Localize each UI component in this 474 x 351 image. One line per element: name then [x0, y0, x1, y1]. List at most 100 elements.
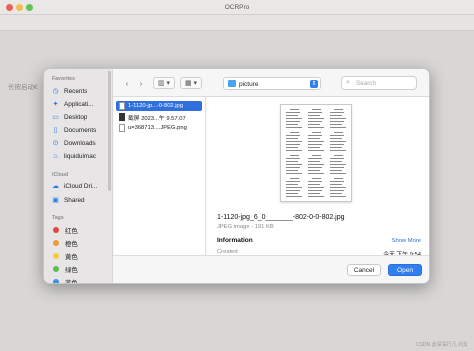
sidebar-item-icloud-drive[interactable]: ☁ iCloud Dri... [48, 180, 108, 192]
back-button[interactable]: ‹ [121, 78, 133, 89]
location-label: picture [239, 81, 259, 88]
thumbnail-text-line [334, 109, 343, 110]
thumbnail-text-line [308, 167, 322, 168]
sidebar-item-recents[interactable]: ◷ Recents [48, 85, 108, 97]
chevron-right-icon: › [139, 79, 143, 88]
thumbnail-text-block [285, 132, 305, 152]
thumbnail-text-block [329, 155, 349, 175]
thumbnail-text-block [307, 109, 327, 129]
file-row[interactable]: 截屏 2023...午 9.57.07 [116, 112, 202, 122]
applications-icon: ✦ [52, 101, 59, 108]
background-hint-text: 长按启动€ [8, 84, 38, 91]
sidebar-item-label: 橙色 [65, 240, 78, 248]
thumbnail-text-line [308, 147, 320, 148]
sidebar-section-tags: Tags [52, 215, 64, 221]
cancel-button[interactable]: Cancel [347, 264, 381, 276]
thumbnail-text-line [330, 112, 344, 113]
thumbnail-text-line [286, 115, 298, 116]
file-row[interactable]: 1-1120-jp...-0-802.jpg [116, 101, 202, 111]
sidebar-item-documents[interactable]: ▯ Documents [48, 124, 108, 136]
sidebar-item-downloads[interactable]: ⊙ Downloads [48, 137, 108, 149]
download-icon: ⊙ [52, 140, 59, 147]
location-popup[interactable]: picture ⇕ [223, 77, 321, 90]
desktop-icon: ▭ [52, 114, 59, 121]
file-name: u=368713....JPEG.png [128, 125, 187, 131]
thumbnail-text-line [286, 181, 300, 182]
thumbnail-text-line [286, 190, 300, 191]
thumbnail-text-block [285, 178, 305, 198]
file-name: 1-1120-jp...-0-802.jpg [128, 103, 183, 109]
sidebar-item-label: Downloads [64, 139, 96, 147]
thumbnail-text-line [286, 135, 300, 136]
group-mode-button[interactable]: ▦ ▾ [180, 77, 202, 89]
sidebar-tag-orange[interactable]: 橙色 [48, 237, 108, 249]
file-row[interactable]: u=368713....JPEG.png [116, 123, 202, 133]
thumbnail-text-line [330, 167, 344, 168]
thumbnail-text-line [330, 158, 344, 159]
thumbnail-text-line [286, 147, 298, 148]
thumbnail-text-line [286, 193, 298, 194]
thumbnail-text-line [286, 127, 302, 128]
thumbnail-text-line [330, 173, 346, 174]
show-more-link[interactable]: Show More [392, 238, 421, 244]
sidebar-item-shared[interactable]: ▣ Shared [48, 194, 108, 206]
sidebar-scrollbar[interactable] [108, 71, 111, 191]
thumbnail-text-line [330, 181, 344, 182]
thumbnail-text-line [334, 155, 343, 156]
shared-folder-icon: ▣ [52, 197, 59, 204]
thumbnail-text-line [330, 124, 342, 125]
window-titlebar: OCRPro [0, 0, 474, 15]
search-input[interactable] [356, 79, 414, 88]
thumbnail-text-line [286, 173, 302, 174]
sidebar-tag-red[interactable]: 红色 [48, 224, 108, 236]
dialog-bottom-bar: Cancel Open [113, 255, 429, 283]
sidebar-item-desktop[interactable]: ▭ Desktop [48, 111, 108, 123]
thumbnail-text-line [308, 170, 320, 171]
thumbnail-text-line [330, 141, 346, 142]
thumbnail-text-line [308, 112, 322, 113]
search-field[interactable]: ⌕ [341, 76, 417, 90]
view-mode-button[interactable]: ▥ ▾ [153, 77, 175, 89]
clock-icon: ◷ [52, 88, 59, 95]
thumbnail-text-line [308, 144, 322, 145]
thumbnail-text-line [308, 135, 322, 136]
sidebar-tag-yellow[interactable]: 黄色 [48, 250, 108, 262]
thumbnail-text-line [286, 138, 298, 139]
tag-color-dot [53, 253, 59, 259]
thumbnail-text-line [286, 187, 302, 188]
thumbnail-text-line [334, 132, 343, 133]
thumbnail-text-line [286, 161, 298, 162]
thumbnail-text-line [290, 132, 299, 133]
grid-icon: ▦ ▾ [184, 80, 198, 87]
sidebar-item-home[interactable]: ⌂ liquiduimac [48, 150, 108, 162]
sidebar-section-favorites: Favorites [52, 76, 76, 82]
file-list: 1-1120-jp...-0-802.jpg 截屏 2023...午 9.57.… [114, 97, 206, 255]
sidebar-item-label: liquiduimac [64, 152, 96, 160]
open-file-dialog: Favorites ◷ Recents ✦ Applicati... ▭ Des… [43, 68, 430, 284]
thumbnail-text-line [290, 178, 299, 179]
app-toolbar [0, 15, 474, 31]
watermark: CSDN @深深行几 刈夂 [415, 342, 468, 348]
thumbnail-text-line [308, 173, 324, 174]
sidebar-item-label: 红色 [65, 227, 78, 235]
forward-button[interactable]: › [135, 78, 147, 89]
thumbnail-text-line [286, 164, 302, 165]
sidebar-tag-blue[interactable]: 蓝色 [48, 276, 108, 283]
open-button[interactable]: Open [388, 264, 422, 276]
thumbnail-text-line [286, 158, 300, 159]
thumbnail-text-line [286, 118, 302, 119]
thumbnail-text-line [286, 144, 300, 145]
sidebar-tag-green[interactable]: 绿色 [48, 263, 108, 275]
thumbnail-text-line [330, 161, 342, 162]
dialog-toolbar: ‹ › ▥ ▾ ▦ ▾ picture ⇕ ⌕ [113, 69, 429, 97]
sidebar-item-applications[interactable]: ✦ Applicati... [48, 98, 108, 110]
thumbnail-text-line [308, 141, 324, 142]
thumbnail-text-line [290, 155, 299, 156]
thumbnail-text-line [286, 150, 302, 151]
thumbnail-text-line [308, 184, 320, 185]
screenshot-file-icon [119, 113, 125, 121]
thumbnail-text-line [330, 144, 344, 145]
sidebar: Favorites ◷ Recents ✦ Applicati... ▭ Des… [44, 69, 113, 283]
thumbnail-text-line [334, 178, 343, 179]
thumbnail-text-line [308, 193, 320, 194]
